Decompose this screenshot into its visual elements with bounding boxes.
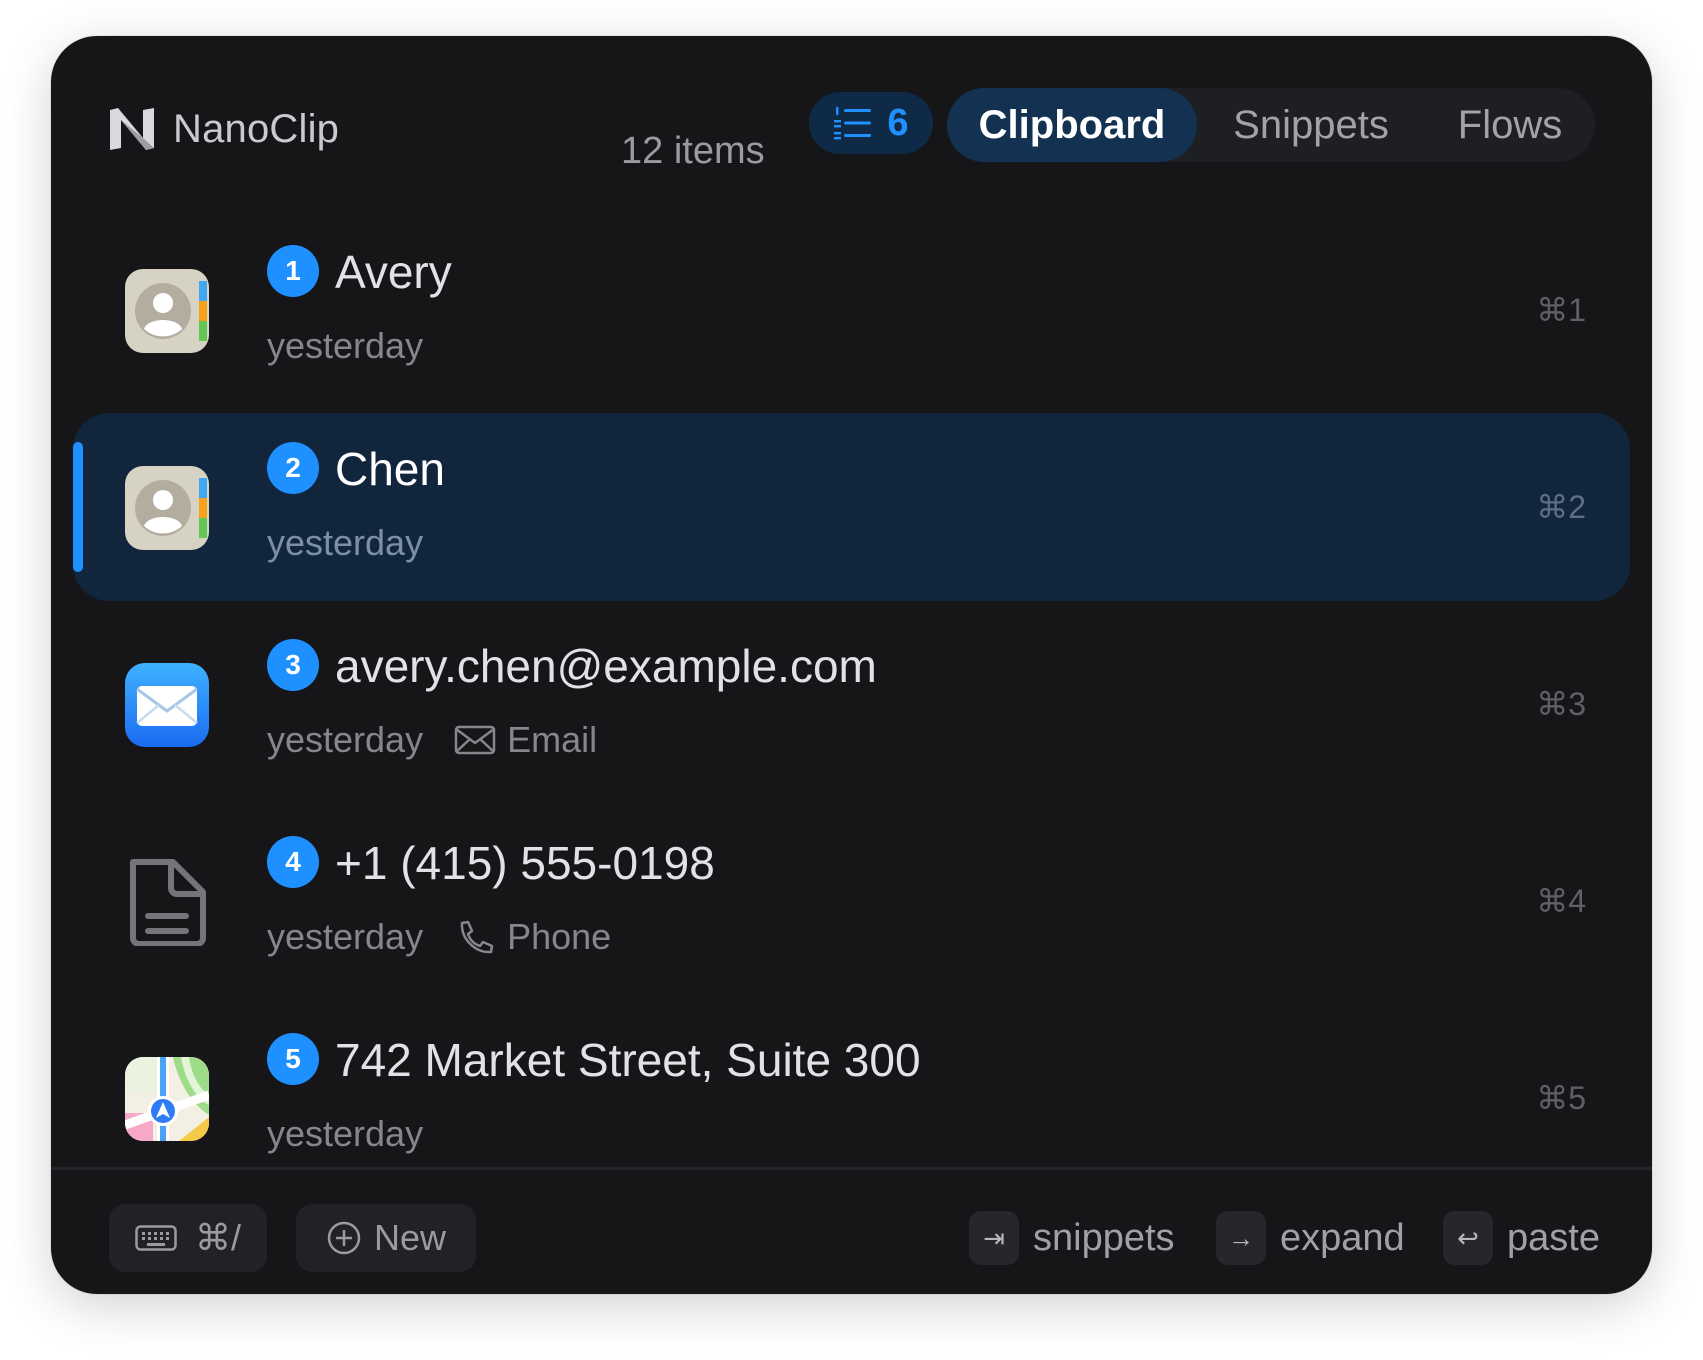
return-key-icon: ↩	[1443, 1211, 1493, 1265]
item-kind: Phone	[453, 916, 611, 958]
item-title: avery.chen@example.com	[335, 640, 877, 692]
list-item[interactable]: 5 742 Market Street, Suite 300 yesterday…	[73, 1004, 1630, 1192]
header: NanoClip 12 items 6 Clipboard Snippets F…	[51, 36, 1652, 216]
phone-icon	[460, 920, 494, 954]
hint-snippets[interactable]: ⇥ snippets	[969, 1204, 1175, 1272]
list-item[interactable]: 3 avery.chen@example.com yesterday Email…	[73, 610, 1630, 798]
nanoclip-logo-icon	[110, 108, 154, 150]
arrow-right-key-icon: →	[1216, 1211, 1266, 1265]
tab-bar: Clipboard Snippets Flows	[947, 88, 1595, 162]
list-item[interactable]: 1 Avery yesterday ⌘1	[73, 216, 1630, 404]
item-time: yesterday	[267, 325, 424, 366]
item-meta: yesterday	[267, 519, 423, 567]
item-number-badge: 3	[267, 639, 319, 691]
new-item-button[interactable]: New	[296, 1204, 476, 1272]
hint-paste[interactable]: ↩ paste	[1443, 1204, 1600, 1272]
mail-app-icon	[123, 661, 211, 749]
tab-clipboard[interactable]: Clipboard	[947, 88, 1197, 162]
list-item[interactable]: 4 +1 (415) 555-0198 yesterday Phone ⌘4	[73, 807, 1630, 995]
item-count: 12 items	[621, 130, 765, 172]
numbered-list-icon	[834, 107, 872, 140]
hint-label: expand	[1280, 1216, 1405, 1259]
maps-app-icon	[123, 1055, 211, 1143]
footer: ⌘/ New ⇥ snippets → expand ↩ paste	[51, 1170, 1652, 1294]
hint-label: snippets	[1033, 1216, 1175, 1259]
keyboard-shortcuts-button[interactable]: ⌘/	[109, 1204, 267, 1272]
stack-badge[interactable]: 6	[809, 92, 933, 154]
item-kind-label: Phone	[507, 916, 612, 957]
envelope-icon	[454, 725, 496, 755]
selection-indicator	[73, 442, 83, 572]
brand: NanoClip	[107, 96, 339, 162]
app-name: NanoClip	[173, 106, 340, 151]
hint-label: paste	[1507, 1216, 1600, 1259]
item-shortcut: ⌘1	[1536, 292, 1586, 328]
item-number-badge: 5	[267, 1033, 319, 1085]
item-title: Avery	[335, 246, 452, 298]
item-title: 742 Market Street, Suite 300	[335, 1034, 921, 1086]
item-shortcut: ⌘4	[1536, 883, 1586, 919]
item-time: yesterday	[267, 719, 424, 760]
new-button-label: New	[373, 1217, 447, 1258]
item-number-badge: 1	[267, 245, 319, 297]
list-item-selected[interactable]: 2 Chen yesterday ⌘2	[73, 413, 1630, 601]
item-kind: Email	[453, 719, 597, 761]
item-title: Chen	[335, 443, 445, 495]
plus-circle-icon	[327, 1221, 361, 1255]
item-number-badge: 2	[267, 442, 319, 494]
item-shortcut: ⌘2	[1536, 489, 1586, 525]
keyboard-icon	[135, 1225, 177, 1251]
document-icon	[123, 858, 211, 946]
item-shortcut: ⌘5	[1536, 1080, 1586, 1116]
tab-key-icon: ⇥	[969, 1211, 1019, 1265]
keyboard-shortcut-label: ⌘/	[194, 1217, 241, 1258]
item-shortcut: ⌘3	[1536, 686, 1586, 722]
item-time: yesterday	[267, 1113, 424, 1154]
contacts-icon	[123, 267, 211, 355]
stack-count: 6	[887, 101, 909, 144]
item-meta: yesterday	[267, 1110, 423, 1158]
item-title: +1 (415) 555-0198	[335, 837, 715, 889]
tab-snippets[interactable]: Snippets	[1197, 88, 1425, 162]
hint-expand[interactable]: → expand	[1216, 1204, 1405, 1272]
item-time: yesterday	[267, 916, 424, 957]
item-meta: yesterday Email	[267, 716, 597, 764]
item-meta: yesterday	[267, 322, 423, 370]
contacts-icon	[123, 464, 211, 552]
item-meta: yesterday Phone	[267, 913, 611, 961]
tab-flows[interactable]: Flows	[1425, 88, 1595, 162]
item-number-badge: 4	[267, 836, 319, 888]
item-kind-label: Email	[507, 719, 598, 760]
nanoclip-window: NanoClip 12 items 6 Clipboard Snippets F…	[51, 36, 1652, 1294]
item-time: yesterday	[267, 522, 424, 563]
